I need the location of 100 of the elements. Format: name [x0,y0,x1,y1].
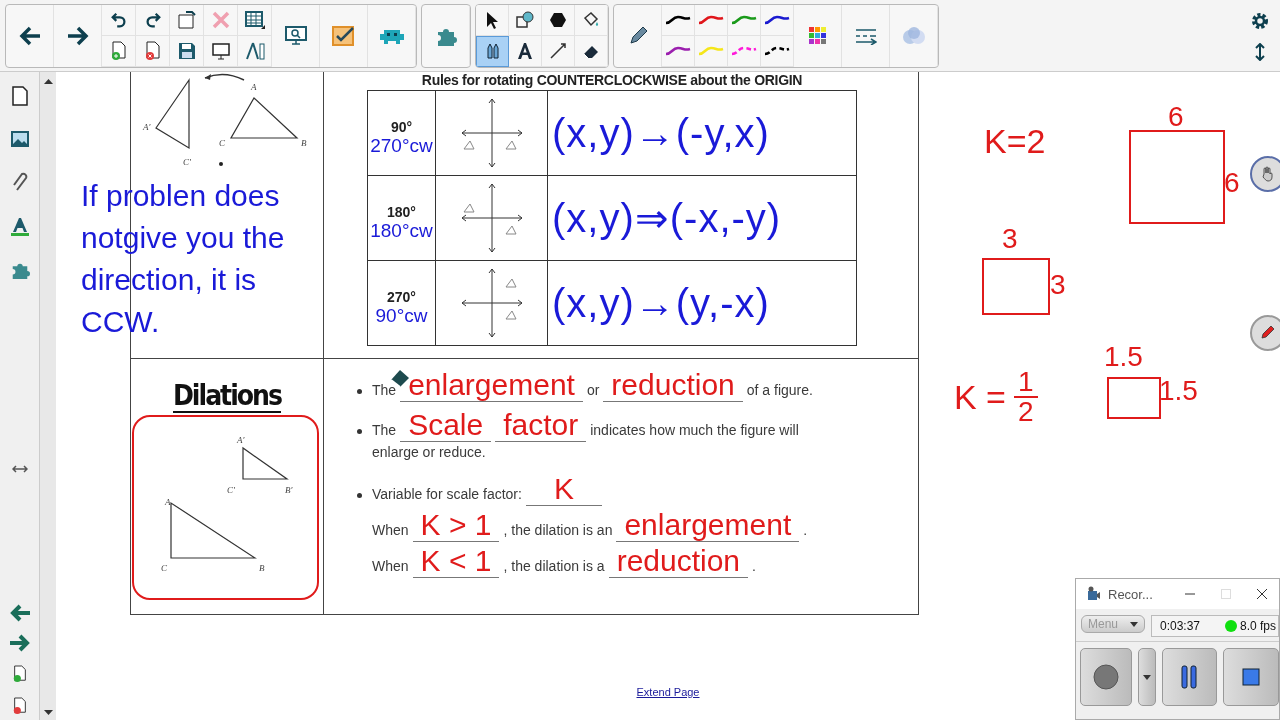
scroll-down-icon[interactable] [43,710,53,716]
settings-icon[interactable] [1250,10,1270,31]
worksheet-text: , the dilation is a [503,558,605,574]
paperclip-icon[interactable] [10,172,29,192]
add-page-icon[interactable] [11,664,28,684]
pen-stroke-icon[interactable] [665,45,691,56]
angle-label: 270° [387,289,416,305]
pen-stroke-icon[interactable] [764,14,790,25]
pen-tool-button[interactable] [1250,315,1280,351]
stop-icon [1242,668,1261,686]
fraction-numerator: 1 [1014,368,1038,398]
monitor-magnifier-icon[interactable] [284,25,307,46]
table-icon[interactable] [244,10,265,29]
scroll-bar[interactable] [40,72,56,720]
worksheet-text: of a figure. [746,382,813,398]
side-length: 3 [1002,222,1018,256]
hand-icon [1260,166,1276,182]
frame-rate: 8.0 fps [1239,619,1276,633]
fraction-denominator: 2 [1018,398,1034,426]
forward-arrow-icon[interactable] [65,24,90,47]
stop-button[interactable] [1223,648,1279,706]
extend-page-link[interactable]: Extend Page [636,686,700,698]
clockwise-note: 270°cw [370,135,433,157]
rotation-rule: (x,y)→(-y,x) [551,109,771,157]
delete-page-icon[interactable] [143,40,162,61]
side-length: 6 [1224,166,1240,200]
shapes-tool-icon [515,9,535,30]
clockwise-note: 180°cw [370,220,433,242]
fill-in-answer: Scale [400,409,492,442]
hand-tool-button[interactable] [1250,156,1280,192]
save-icon[interactable] [177,41,196,60]
window-title: Recor... [1108,586,1154,602]
worksheet-text: Variable for scale factor: [372,486,522,502]
scale-factor-note: K=2 [984,124,1046,158]
up-down-arrow-icon[interactable] [1254,42,1266,61]
section-title: Dilations [172,381,282,413]
pause-button[interactable] [1161,648,1218,706]
status-dot [1224,620,1237,632]
paste-icon[interactable] [176,9,197,30]
table-title: Rules for rotating COUNTERCLOCKWISE about the ORIGIN [367,72,857,91]
line-style-icon[interactable] [854,26,877,45]
hand-drawn-square [1107,377,1161,419]
shapes-tool-button[interactable] [509,4,542,36]
worksheet-text: enlarge or reduce. [372,444,486,460]
back-arrow-icon[interactable] [17,24,42,47]
page-sorter-icon[interactable] [10,86,29,106]
angle-label: 90° [390,119,413,135]
screen-icon[interactable] [210,41,231,60]
line-tool-button[interactable] [542,35,575,67]
properties-icon[interactable] [9,216,30,236]
maximize-icon [1221,589,1231,599]
select-tool-button[interactable] [476,4,509,36]
side-length: 6 [1168,100,1184,134]
worksheet-text: or [586,382,600,398]
elapsed-time: 0:03:37 [1160,619,1201,633]
add-page-icon[interactable] [109,40,128,61]
fill-in-answer: K [525,473,602,506]
scale-factor-note: K = [954,380,1006,414]
delete-page-icon[interactable] [11,696,28,716]
hand-drawn-square [982,258,1050,315]
video-camera-icon [1086,586,1100,602]
text-tool-icon [515,40,535,61]
measure-tools-icon[interactable] [244,40,265,61]
previous-page-icon[interactable] [8,604,31,622]
color-palette-icon[interactable] [808,26,827,45]
caret-icon [1142,674,1151,680]
text-tool-button[interactable] [509,35,542,67]
bullet-icon [357,388,362,394]
undo-icon[interactable] [109,10,128,29]
bullet-icon [357,428,362,434]
bullet-icon [357,492,362,498]
next-page-icon[interactable] [8,634,31,652]
worksheet-text: . [803,522,808,538]
clockwise-note: 90°cw [375,305,428,327]
rotation-rule: (x,y)⇒(-x,-y) [551,195,783,242]
caret-icon [1130,621,1138,627]
gallery-picture-icon[interactable] [9,130,30,148]
pen-stroke-icon[interactable] [764,45,790,56]
worksheet-text: indicates how much the figure will [590,422,799,438]
record-button[interactable] [1080,648,1132,706]
worksheet-text: . [752,558,756,574]
fill-in-answer: reduction [603,369,743,402]
worksheet-text: When [372,558,409,574]
double-arrow-icon[interactable] [11,464,28,474]
close-icon[interactable] [1257,589,1267,599]
rotation-rule: (x,y)→(y,-x) [551,279,771,327]
eraser-tool-button[interactable] [575,35,608,67]
pen-stroke-icon[interactable] [665,14,691,25]
polygon-tool-button[interactable] [542,4,575,36]
pens-tool-button[interactable] [476,35,509,67]
worksheet-text: When [372,522,409,538]
scroll-up-icon[interactable] [43,78,53,84]
side-length: 3 [1050,268,1066,302]
fill-in-answer: enlargement [616,509,800,542]
pencil-icon [1260,325,1276,341]
side-length: 1.5 [1159,374,1198,408]
fill-tool-button[interactable] [575,4,608,36]
record-icon [1092,664,1119,690]
checkbox-icon[interactable] [331,24,356,47]
worksheet-text: The [372,382,397,398]
